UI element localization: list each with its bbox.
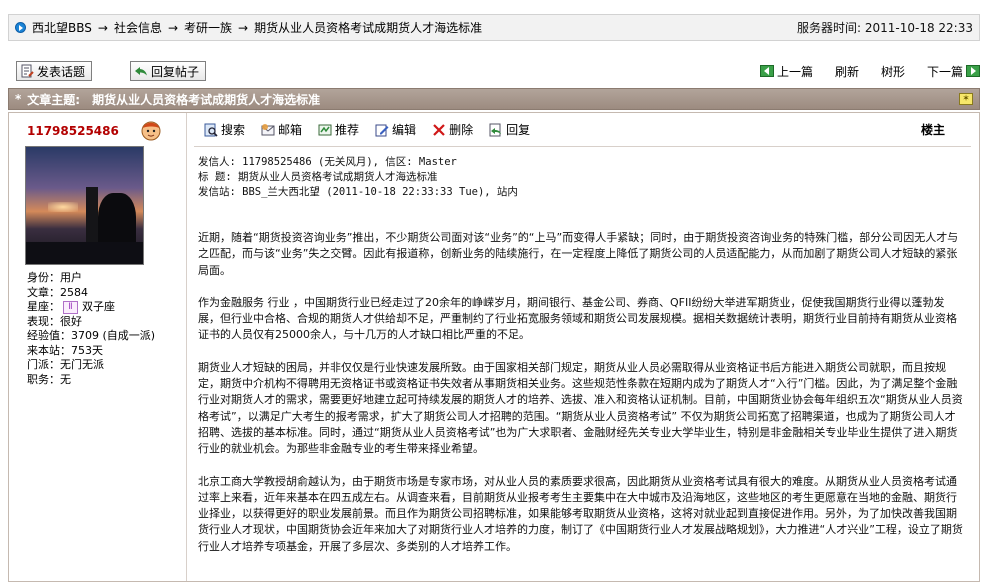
user-performance: 表现：很好 xyxy=(27,314,82,328)
breadcrumb-separator: → xyxy=(238,20,249,35)
thread-nav: 上一篇 刷新 树形 下一篇 xyxy=(738,63,980,80)
next-post-link[interactable]: 下一篇 xyxy=(927,63,980,80)
floor-label: 楼主 xyxy=(920,123,945,137)
post-from: 发信人: 11798525486 (无关风月), 信区: Master xyxy=(198,156,457,168)
tree-view-label: 树形 xyxy=(880,64,905,79)
breadcrumb-separator: → xyxy=(167,20,179,35)
topic-label: 文章主题: xyxy=(27,92,81,107)
bullet-icon xyxy=(15,22,26,33)
arrow-right-icon xyxy=(966,65,980,77)
gemini-icon: Ⅱ xyxy=(63,300,78,314)
tree-view-link[interactable]: 树形 xyxy=(881,63,905,80)
mail-label: 邮箱 xyxy=(278,123,303,137)
post-subject: 标 题: 期货从业人员资格考试成期货人才海选标准 xyxy=(198,171,438,183)
search-icon xyxy=(204,123,218,137)
note-icon[interactable]: ✶ xyxy=(959,93,973,105)
edit-button[interactable]: 编辑 xyxy=(375,121,416,138)
user-visits: 来本站：753天 xyxy=(27,343,103,357)
topic-title: 期货从业人员资格考试成期货人才海选标准 xyxy=(92,92,321,107)
mail-icon xyxy=(261,123,275,137)
search-label: 搜索 xyxy=(221,123,246,137)
post-content: 发信人: 11798525486 (无关风月), 信区: Master 标 题:… xyxy=(188,147,979,555)
user-info: 身份：用户 文章：2584 星座： Ⅱ 双子座 表现：很好 经验值：3709 (… xyxy=(27,271,186,387)
zodiac-label: 星座： xyxy=(27,300,60,313)
recommend-icon xyxy=(318,123,332,137)
mail-button[interactable]: 邮箱 xyxy=(261,121,302,138)
breadcrumb-home-link[interactable]: 西北望BBS xyxy=(32,19,92,36)
breadcrumb-board-link[interactable]: 考研一族 xyxy=(184,19,232,36)
breadcrumb-current: 期货从业人员资格考试成期货人才海选标准 xyxy=(254,21,483,35)
user-faction: 门派：无门无派 xyxy=(27,358,104,371)
user-articles: 文章：2584 xyxy=(27,285,88,299)
breadcrumb-section-link[interactable]: 社会信息 xyxy=(114,19,162,36)
server-time: 服务器时间: 2011-10-18 22:33 xyxy=(797,21,973,35)
avatar xyxy=(25,146,144,265)
new-topic-button[interactable]: 发表话题 xyxy=(16,61,93,81)
breadcrumb-bar: 西北望BBS → 社会信息 → 考研一族 → 期货从业人员资格考试成期货人才海选… xyxy=(8,14,980,41)
refresh-label: 刷新 xyxy=(834,64,859,79)
post-icon xyxy=(20,64,34,78)
post: 11798525486 身份：用户 文章：2584 星座： Ⅱ 双子座 表现：很… xyxy=(8,112,980,582)
reply-post-label: 回复帖子 xyxy=(151,64,200,79)
smiley-face-icon xyxy=(140,119,162,141)
delete-button[interactable]: 删除 xyxy=(432,121,473,138)
post-paragraph: 北京工商大学教授胡俞越认为，由于期货市场是专家市场，对从业人员的素质要求很高，因… xyxy=(198,474,963,553)
post-toolbar: 搜索 邮箱 推荐 编辑 删除 回复 楼主 xyxy=(194,113,971,147)
delete-icon xyxy=(432,123,446,137)
topic-header: * 文章主题: 期货从业人员资格考试成期货人才海选标准 ✶ xyxy=(8,88,980,110)
username[interactable]: 11798525486 xyxy=(27,121,186,141)
reply-button[interactable]: 回复 xyxy=(489,121,530,138)
new-topic-label: 发表话题 xyxy=(37,64,86,79)
user-zodiac: 星座： Ⅱ 双子座 xyxy=(27,300,186,315)
prev-post-label: 上一篇 xyxy=(776,64,813,79)
arrow-left-icon xyxy=(759,65,774,77)
reply-label: 回复 xyxy=(506,123,531,137)
edit-icon xyxy=(375,123,389,137)
post-paragraph: 近期，随着“期货投资咨询业务”推出，不少期货公司面对该“业务”的“上马”而变得人… xyxy=(198,231,959,277)
post-paragraph: 作为金融服务 行业 ，中国期货行业已经走过了20余年的峥嵘岁月，期间银行、基金公… xyxy=(198,295,957,342)
recommend-button[interactable]: 推荐 xyxy=(318,121,359,138)
reply-icon xyxy=(489,123,503,137)
post-paragraph: 期货业人才短缺的困局，并非仅仅是行业快速发展所致。由于国家相关部门规定，期货从业… xyxy=(198,360,963,456)
refresh-link[interactable]: 刷新 xyxy=(835,63,859,80)
username-text: 11798525486 xyxy=(27,124,119,138)
user-experience: 经验值：3709 (自成一派) xyxy=(27,329,156,342)
delete-label: 删除 xyxy=(449,123,474,137)
post-main: 搜索 邮箱 推荐 编辑 删除 回复 楼主 发信人: 11798525486 (无… xyxy=(188,113,979,581)
topic-star: * xyxy=(15,92,22,106)
post-header: 发信人: 11798525486 (无关风月), 信区: Master 标 题:… xyxy=(198,155,963,200)
user-panel: 11798525486 身份：用户 文章：2584 星座： Ⅱ 双子座 表现：很… xyxy=(9,113,187,581)
reply-icon xyxy=(134,64,148,78)
breadcrumb-separator: → xyxy=(97,20,108,35)
next-post-label: 下一篇 xyxy=(926,64,963,79)
recommend-label: 推荐 xyxy=(335,123,360,137)
post-station: 发信站: BBS_兰大西北望 (2011-10-18 22:33:33 Tue)… xyxy=(198,186,518,198)
zodiac-name: 双子座 xyxy=(82,300,115,313)
user-position: 职务：无 xyxy=(27,372,71,386)
user-identity: 身份：用户 xyxy=(27,271,82,284)
action-bar: 发表话题 回复帖子 上一篇 刷新 树形 下一篇 xyxy=(16,60,980,82)
edit-label: 编辑 xyxy=(392,123,417,137)
prev-post-link[interactable]: 上一篇 xyxy=(759,63,813,80)
breadcrumb: 西北望BBS → 社会信息 → 考研一族 → 期货从业人员资格考试成期货人才海选… xyxy=(32,19,482,36)
search-button[interactable]: 搜索 xyxy=(204,121,245,138)
reply-post-button[interactable]: 回复帖子 xyxy=(130,61,207,81)
